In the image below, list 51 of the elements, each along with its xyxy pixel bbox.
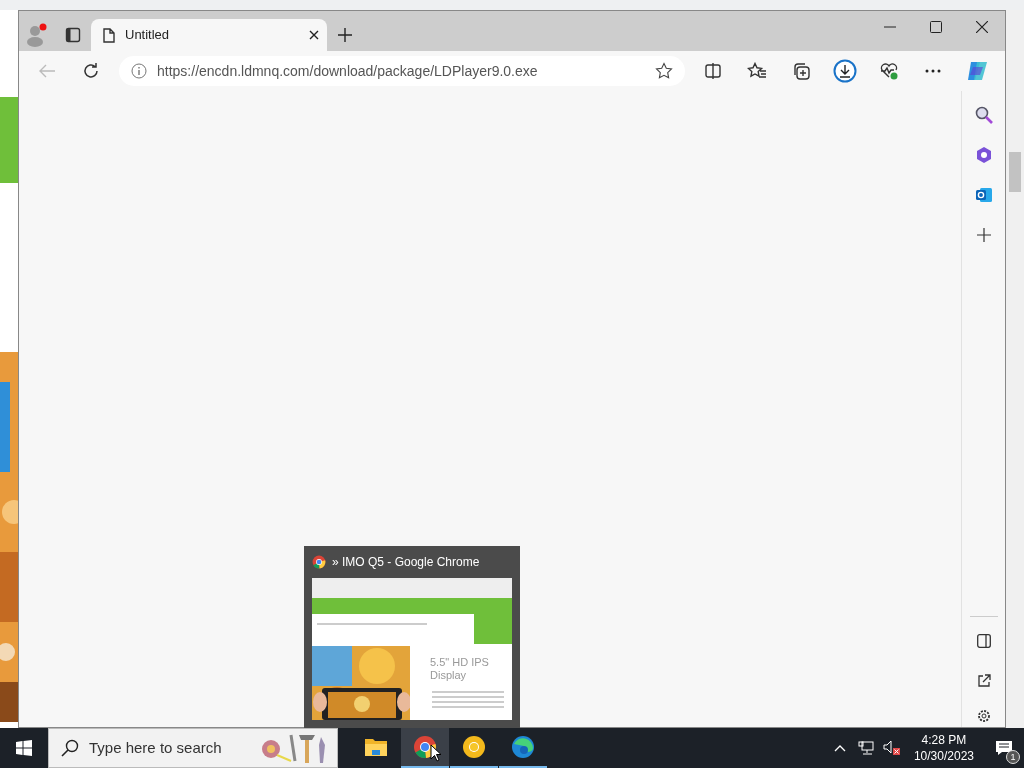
search-placeholder: Type here to search (89, 737, 223, 758)
close-icon[interactable] (309, 30, 319, 40)
collections-icon[interactable] (792, 62, 810, 80)
sidebar-icon[interactable] (976, 634, 991, 648)
clock[interactable]: 4:28 PM 10/30/2023 (905, 731, 982, 765)
scrollbar[interactable] (1006, 10, 1024, 728)
notification-count: 1 (1006, 750, 1020, 764)
settings-icon[interactable] (975, 708, 992, 724)
volume-muted-icon[interactable] (882, 740, 901, 756)
taskbar-app[interactable] (401, 728, 449, 768)
clock-date: 10/30/2023 (913, 748, 974, 765)
notifications-icon[interactable] (995, 740, 1013, 756)
edge-icon[interactable] (511, 735, 535, 759)
add-icon[interactable] (976, 228, 991, 242)
search-box[interactable]: Type here to search (48, 728, 338, 768)
health-icon[interactable] (879, 62, 899, 80)
scrollbar-thumb[interactable] (1009, 152, 1021, 192)
hexagon-icon[interactable] (974, 146, 993, 164)
url-text: https://encdn.ldmnq.com/download/package/LDPlayer9.0.exe (157, 61, 539, 81)
search-icon (61, 739, 79, 757)
refresh-icon[interactable] (82, 62, 100, 80)
favorites-icon[interactable] (747, 62, 767, 80)
browser-tab[interactable]: Untitled (91, 19, 327, 51)
info-icon[interactable] (131, 63, 147, 79)
close-icon[interactable] (976, 21, 988, 33)
star-icon[interactable] (655, 62, 673, 80)
canary-icon[interactable] (462, 735, 486, 759)
new-tab-icon[interactable] (337, 27, 353, 43)
maximize-icon[interactable] (930, 21, 942, 33)
page-icon (103, 27, 115, 43)
profile-icon[interactable] (26, 23, 48, 47)
download-icon[interactable] (833, 59, 857, 83)
folder-icon[interactable] (364, 736, 388, 758)
clock-time: 4:28 PM (920, 731, 968, 748)
cursor-icon (430, 744, 442, 762)
mail-icon[interactable] (974, 186, 993, 204)
search-icon[interactable] (974, 106, 993, 124)
window-preview[interactable]: » IMO Q5 - Google Chrome 5.5" HD IPS Display (304, 546, 520, 728)
network-icon[interactable] (857, 741, 874, 755)
windows-icon[interactable] (16, 740, 32, 756)
chrome-icon (312, 555, 326, 569)
split-screen-icon[interactable] (705, 63, 721, 79)
address-bar[interactable]: https://encdn.ldmnq.com/download/package/LDPlayer9.0.exe (119, 56, 685, 86)
preview-title: » IMO Q5 - Google Chrome (332, 554, 480, 571)
chevron-up-icon[interactable] (833, 744, 846, 752)
more-icon[interactable] (925, 69, 941, 73)
tab-title: Untitled (125, 26, 171, 45)
preview-heading: 5.5" HD IPS Display (430, 656, 490, 682)
tab-actions-icon[interactable] (65, 27, 81, 43)
external-link-icon[interactable] (976, 674, 991, 688)
copilot-icon[interactable] (965, 59, 989, 83)
